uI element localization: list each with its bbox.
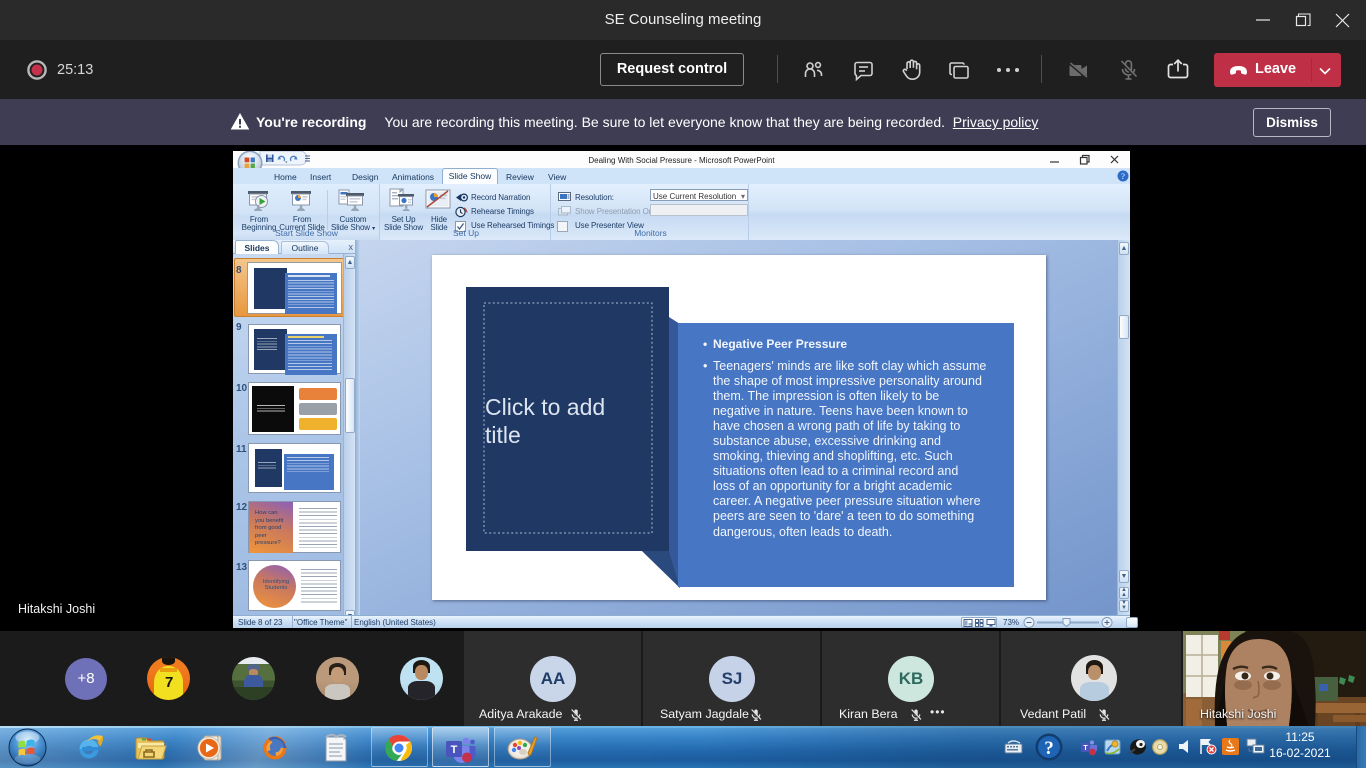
svg-text:?: ? (1121, 171, 1125, 181)
svg-text:T: T (1083, 745, 1088, 752)
svg-text:?: ? (1044, 738, 1054, 759)
svg-text:T: T (451, 744, 458, 756)
